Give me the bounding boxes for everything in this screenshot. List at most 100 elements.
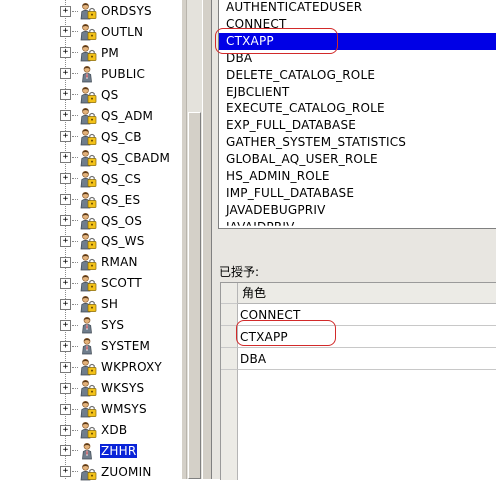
expand-icon[interactable]: + xyxy=(60,466,71,478)
tree-connector xyxy=(72,408,78,410)
role-panel: AUTHENTICATEDUSER CONNECT CTXAPP DBA DELETE_… xyxy=(212,0,496,480)
expand-icon[interactable]: + xyxy=(60,277,71,289)
expand-icon[interactable]: + xyxy=(60,319,71,331)
tree-connector xyxy=(72,345,78,347)
role-user-icon xyxy=(79,274,100,292)
tree-item-label: ORDSYS xyxy=(101,4,152,18)
expand-icon[interactable]: + xyxy=(60,152,71,164)
tree-connector xyxy=(72,324,78,326)
role-user-icon xyxy=(79,149,100,167)
tree-item-outln[interactable]: + OUTLN xyxy=(60,22,144,42)
tree-item-label: QS_OS xyxy=(101,213,143,228)
tree-item-qs_os[interactable]: + QS_OS xyxy=(60,211,143,231)
tree-scrollbar-thumb[interactable] xyxy=(188,112,201,479)
row-header[interactable] xyxy=(221,304,238,326)
role-list-item[interactable]: JAVAIDPRIV xyxy=(222,219,299,226)
role-list-item[interactable]: JAVADEBUGPRIV xyxy=(222,202,329,219)
role-list-item[interactable]: GATHER_SYSTEM_STATISTICS xyxy=(222,134,410,151)
expand-icon[interactable]: + xyxy=(60,298,71,310)
user-icon xyxy=(79,316,100,334)
tree-item-qs_cs[interactable]: + QS_CS xyxy=(60,169,142,189)
tree-item-zhhr[interactable]: + ZHHR xyxy=(60,441,139,461)
table-row[interactable]: DBA xyxy=(238,348,496,370)
role-list-item[interactable]: IMP_FULL_DATABASE xyxy=(222,185,358,202)
expand-icon[interactable]: + xyxy=(60,5,71,17)
role-user-icon xyxy=(79,400,100,418)
tree-item-wksys[interactable]: + WKSYS xyxy=(60,378,145,398)
role-user-icon xyxy=(79,421,100,439)
expand-icon[interactable]: + xyxy=(60,382,71,394)
expand-icon[interactable]: + xyxy=(60,47,71,59)
expand-icon[interactable]: + xyxy=(60,131,71,143)
panel-splitter[interactable] xyxy=(202,0,212,479)
tree-item-system[interactable]: + SYSTEM xyxy=(60,336,151,356)
user-tree[interactable]: + ORDSYS + OUTLN + PM + PUBLIC + QS + QS_ADM +… xyxy=(0,0,186,481)
tree-item-ordsys[interactable]: + ORDSYS xyxy=(60,1,153,21)
tree-item-scott[interactable]: + SCOTT xyxy=(60,273,143,293)
tree-connector xyxy=(72,471,78,473)
role-user-icon xyxy=(79,358,100,376)
tree-item-rman[interactable]: + RMAN xyxy=(60,252,139,272)
granted-label: 已授予: xyxy=(219,265,260,279)
tree-connector xyxy=(72,115,78,117)
expand-icon[interactable]: + xyxy=(60,256,71,268)
expand-icon[interactable]: + xyxy=(60,68,71,80)
tree-item-label: SH xyxy=(101,297,119,312)
tree-connector xyxy=(72,199,78,201)
tree-item-qs_cbadm[interactable]: + QS_CBADM xyxy=(60,148,171,168)
expand-icon[interactable]: + xyxy=(60,173,71,185)
tree-item-label: ZUOMIN xyxy=(101,464,152,479)
expand-icon[interactable]: + xyxy=(60,215,71,226)
tree-item-label: RMAN xyxy=(101,255,138,270)
tree-item-qs_es[interactable]: + QS_ES xyxy=(60,190,141,210)
tree-connector xyxy=(72,157,78,159)
expand-icon[interactable]: + xyxy=(60,110,71,122)
expand-icon[interactable]: + xyxy=(60,26,71,38)
role-list-item[interactable]: EXECUTE_CATALOG_ROLE xyxy=(222,100,389,117)
role-list-item[interactable]: DELETE_CATALOG_ROLE xyxy=(222,67,379,84)
tree-connector xyxy=(72,94,78,96)
role-list-item[interactable]: GLOBAL_AQ_USER_ROLE xyxy=(222,151,382,168)
expand-icon[interactable]: + xyxy=(60,403,71,415)
role-user-icon xyxy=(79,212,100,230)
expand-icon[interactable]: + xyxy=(60,361,71,373)
role-list-item[interactable]: EJBCLIENT xyxy=(222,84,293,101)
column-header-role[interactable]: 角色 xyxy=(238,283,496,304)
role-list-item[interactable]: AUTHENTICATEDUSER xyxy=(222,0,366,16)
tree-item-label: WMSYS xyxy=(101,402,147,417)
tree-item-qs_cb[interactable]: + QS_CB xyxy=(60,127,143,147)
tree-item-sys[interactable]: + SYS xyxy=(60,315,125,335)
tree-item-label: QS_CBADM xyxy=(101,150,171,165)
tree-item-public[interactable]: + PUBLIC xyxy=(60,64,146,84)
role-list-item[interactable]: HS_ADMIN_ROLE xyxy=(222,168,334,185)
tree-item-qs[interactable]: + QS xyxy=(60,85,119,105)
tree-connector xyxy=(72,240,78,242)
tree-item-xdb[interactable]: + XDB xyxy=(60,420,128,440)
role-list-item[interactable]: EXP_FULL_DATABASE xyxy=(222,117,360,134)
tree-scrollbar[interactable] xyxy=(186,0,203,479)
tree-item-label: SCOTT xyxy=(101,276,142,291)
tree-item-qs_adm[interactable]: + QS_ADM xyxy=(60,106,154,126)
tree-item-pm[interactable]: + PM xyxy=(60,43,120,63)
tree-item-sh[interactable]: + SH xyxy=(60,294,119,314)
expand-icon[interactable]: + xyxy=(60,445,71,457)
expand-icon[interactable]: + xyxy=(60,194,71,206)
role-user-icon xyxy=(79,44,100,62)
expand-icon[interactable]: + xyxy=(60,89,71,101)
tree-item-label: QS_WS xyxy=(101,234,145,249)
granted-roles-table[interactable]: 角色 CONNECT CTXAPP DBA xyxy=(220,282,496,480)
tree-item-wmsys[interactable]: + WMSYS xyxy=(60,399,148,419)
tree-connector xyxy=(72,303,78,305)
role-user-icon xyxy=(79,23,100,41)
tree-item-wkproxy[interactable]: + WKPROXY xyxy=(60,357,163,377)
expand-icon[interactable]: + xyxy=(60,235,71,247)
expand-icon[interactable]: + xyxy=(60,340,71,352)
role-user-icon xyxy=(79,2,100,20)
tree-item-label: PUBLIC xyxy=(101,66,146,81)
tree-connector xyxy=(72,73,78,75)
row-header[interactable] xyxy=(221,348,238,370)
expand-icon[interactable]: + xyxy=(60,424,71,436)
tree-item-qs_ws[interactable]: + QS_WS xyxy=(60,231,146,251)
role-user-icon xyxy=(79,463,100,481)
tree-item-label: QS_CB xyxy=(101,129,142,144)
